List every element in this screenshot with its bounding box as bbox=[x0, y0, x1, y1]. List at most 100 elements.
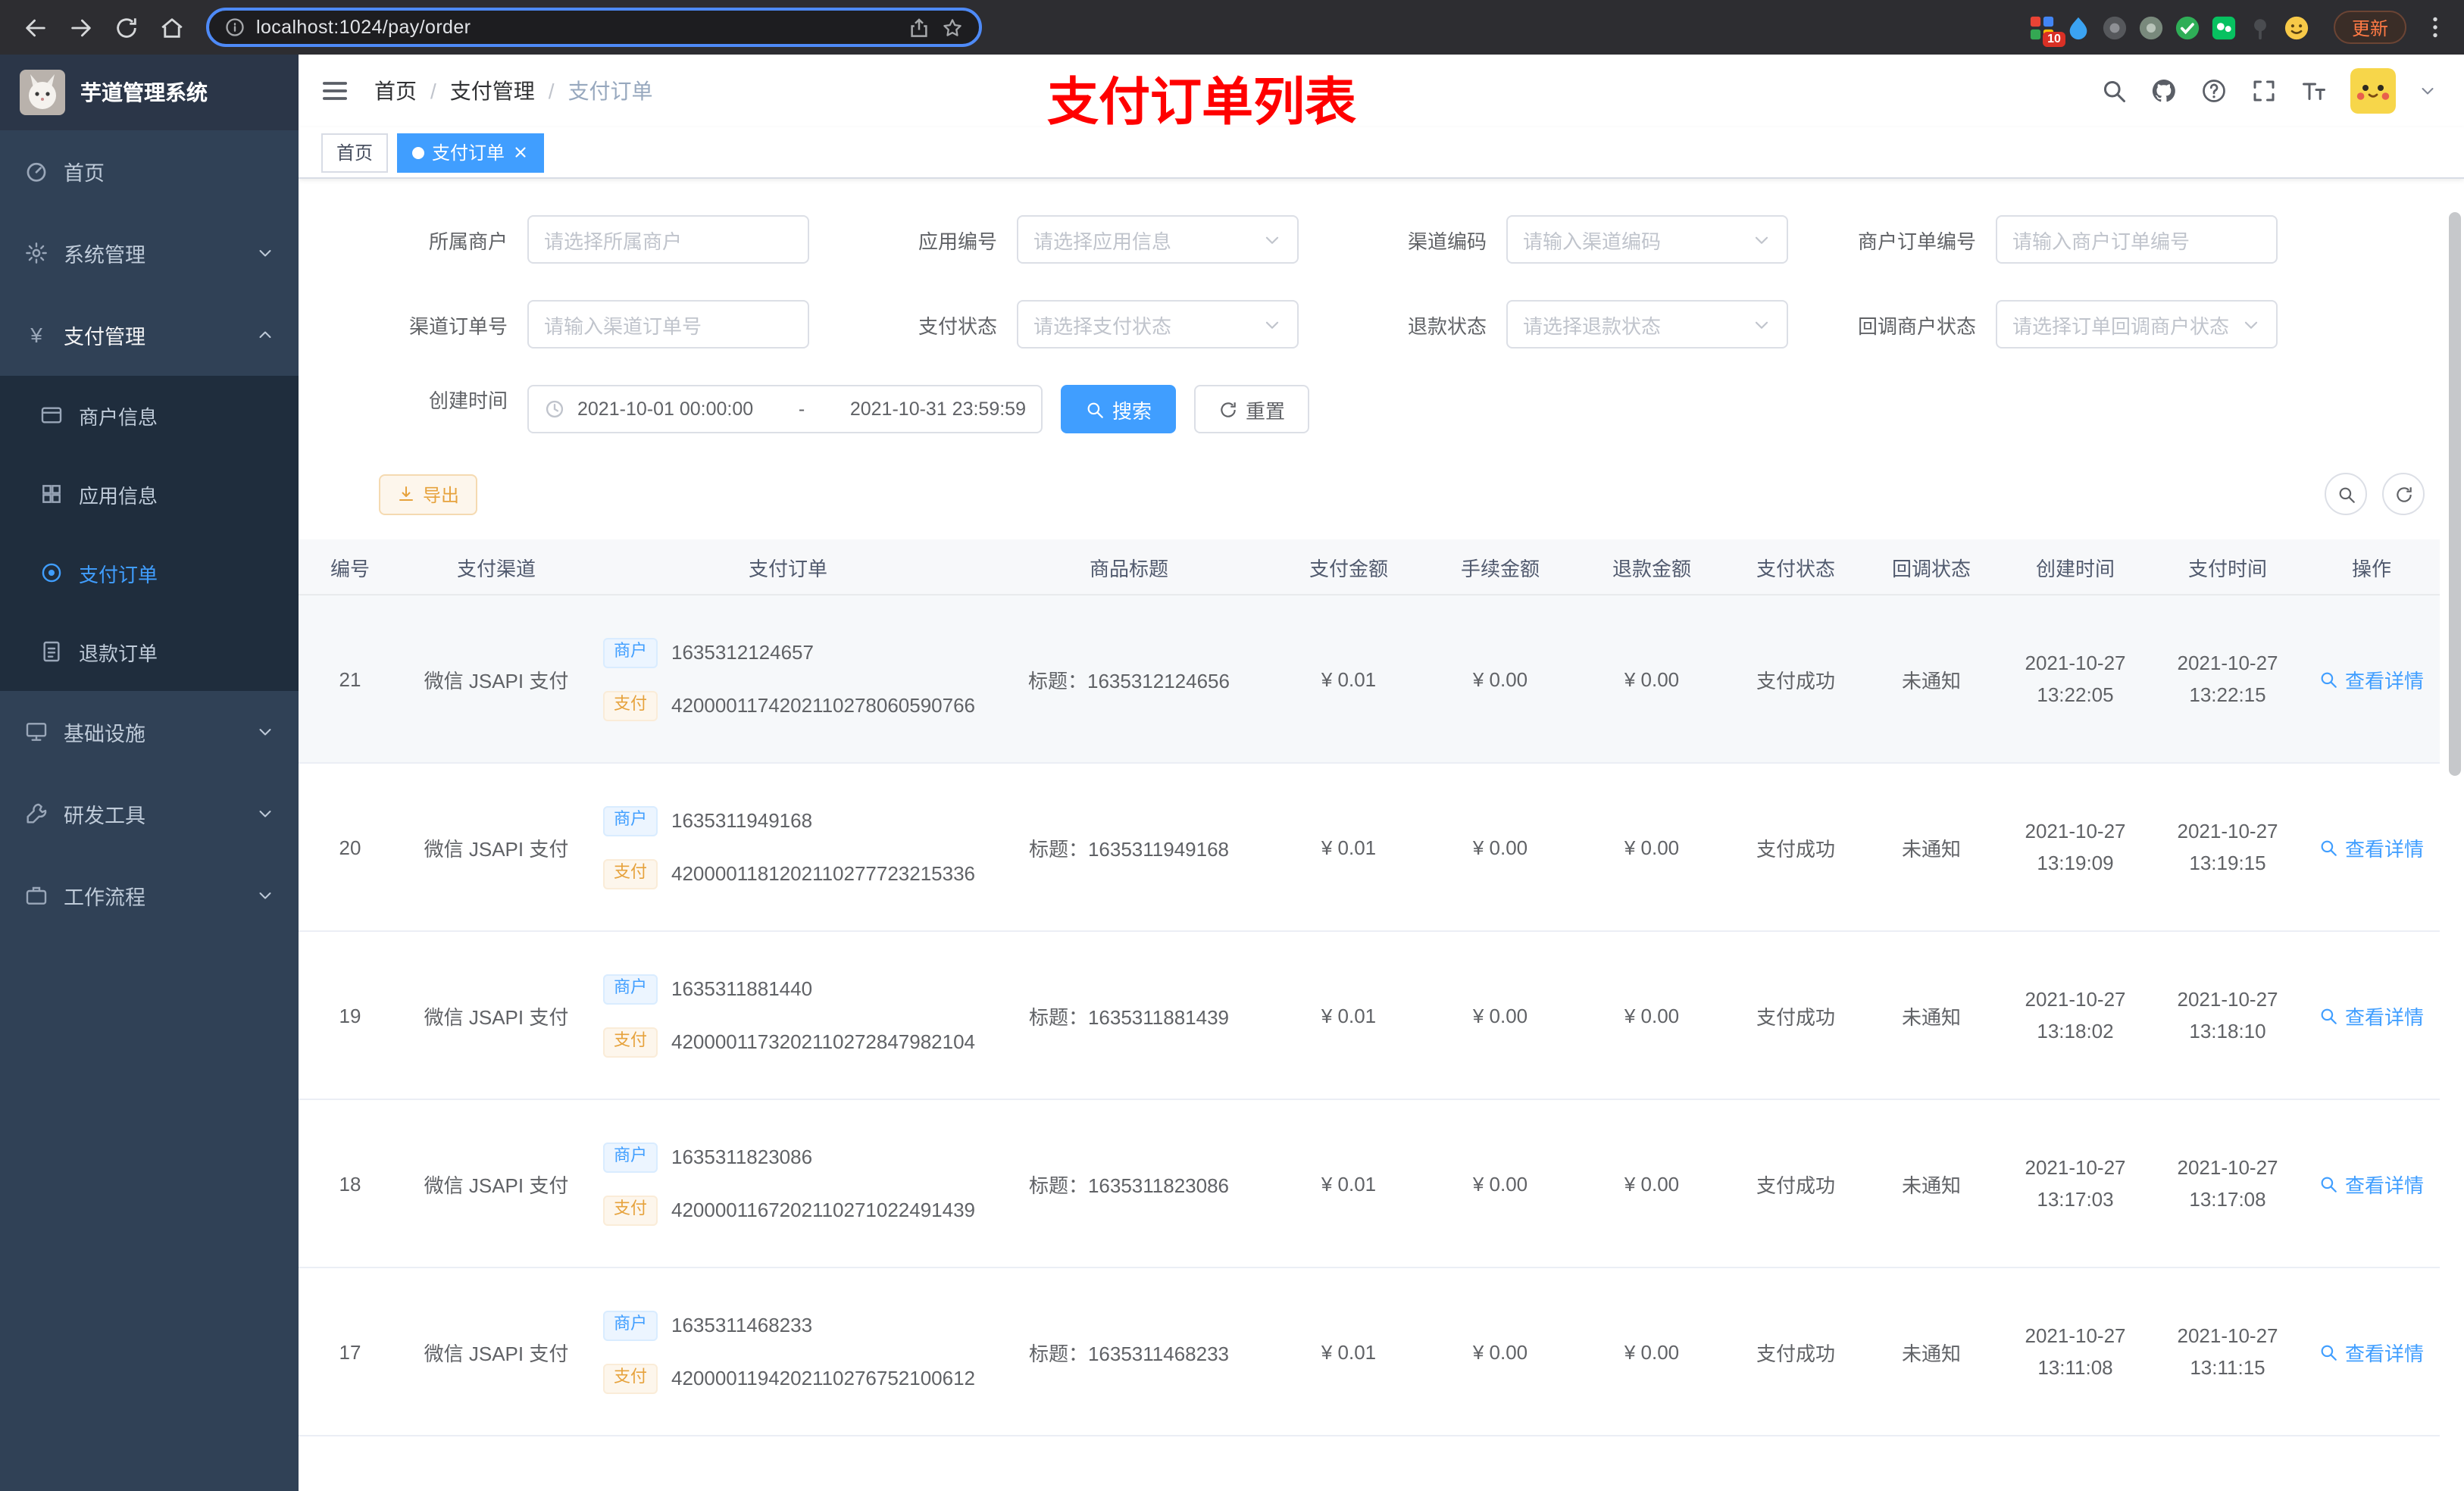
browser-home-button[interactable] bbox=[152, 8, 191, 47]
close-icon[interactable] bbox=[512, 144, 529, 161]
top-navbar: 首页 / 支付管理 / 支付订单 支付订单列表 bbox=[299, 55, 2464, 132]
col-header: 支付金额 bbox=[1273, 539, 1424, 595]
channel-order-no-input[interactable]: 请输入渠道订单号 bbox=[527, 300, 809, 349]
extension-grid-icon[interactable]: 10 bbox=[2028, 12, 2065, 47]
channel-order-no: 4200001173202110272847982104 bbox=[671, 1030, 976, 1053]
create-time-range-picker[interactable]: 2021-10-01 00:00:00 - 2021-10-31 23:59:5… bbox=[527, 385, 1043, 433]
channel-code-select[interactable]: 请输入渠道编码 bbox=[1506, 215, 1788, 264]
tab-pay-order[interactable]: 支付订单 bbox=[397, 133, 545, 172]
hamburger-icon[interactable] bbox=[320, 76, 350, 106]
sidebar-item-label: 系统管理 bbox=[64, 244, 145, 267]
browser-forward-button[interactable] bbox=[61, 8, 100, 47]
tool-icon bbox=[24, 802, 48, 826]
sidebar-item-label: 工作流程 bbox=[64, 886, 145, 909]
order-id: 20 bbox=[339, 836, 361, 858]
sidebar-item-workflow[interactable]: 工作流程 bbox=[0, 855, 299, 936]
sidebar-item-infra[interactable]: 基础设施 bbox=[0, 691, 299, 773]
chevron-down-icon bbox=[1752, 314, 1771, 334]
filter-label: 所属商户 bbox=[428, 230, 508, 252]
extension-chat-icon[interactable] bbox=[2209, 12, 2240, 42]
tags-view-bar: 首页 支付订单 bbox=[299, 127, 2464, 179]
merchant-select[interactable]: 请选择所属商户 bbox=[527, 215, 809, 264]
notify-status: 未通知 bbox=[1901, 669, 1961, 692]
sidebar-item-refund-order[interactable]: 退款订单 bbox=[0, 612, 299, 691]
view-detail-label: 查看详情 bbox=[2344, 1005, 2424, 1028]
view-detail-link[interactable]: 查看详情 bbox=[2319, 1001, 2424, 1030]
extension-drop-icon[interactable] bbox=[2064, 12, 2094, 42]
avatar-caret-icon[interactable] bbox=[2419, 82, 2437, 100]
view-detail-link[interactable]: 查看详情 bbox=[2319, 1337, 2424, 1366]
logo-avatar bbox=[20, 70, 65, 115]
pay-amount: ¥ 0.01 bbox=[1321, 667, 1377, 690]
sidebar-item-dev-tools[interactable]: 研发工具 bbox=[0, 773, 299, 855]
extension-circle-dark-icon[interactable] bbox=[2100, 12, 2131, 42]
share-icon[interactable] bbox=[908, 16, 930, 39]
fee-amount: ¥ 0.00 bbox=[1472, 836, 1528, 858]
view-detail-link[interactable]: 查看详情 bbox=[2319, 833, 2424, 861]
extension-face-icon[interactable] bbox=[2282, 12, 2312, 42]
toggle-search-button[interactable] bbox=[2325, 473, 2367, 515]
help-icon[interactable] bbox=[2200, 77, 2228, 105]
browser-menu-icon[interactable] bbox=[2422, 14, 2449, 41]
pay-channel: 微信 JSAPI 支付 bbox=[424, 1342, 569, 1364]
merchant-order-line: 商户 1635311949168 bbox=[603, 805, 812, 836]
merchant-order-line: 商户 1635312124657 bbox=[603, 637, 814, 667]
export-button[interactable]: 导出 bbox=[379, 474, 478, 514]
merchant-order-line: 商户 1635311881440 bbox=[603, 974, 812, 1004]
merchant-order-no: 1635311949168 bbox=[671, 809, 813, 832]
address-bar[interactable]: localhost:1024/pay/order bbox=[206, 8, 982, 47]
navbar-actions bbox=[2100, 68, 2437, 114]
bookmark-star-icon[interactable] bbox=[941, 16, 964, 39]
col-header: 支付渠道 bbox=[402, 539, 591, 595]
sidebar-item-app-info[interactable]: 应用信息 bbox=[0, 455, 299, 533]
placeholder-text: 请输入渠道编码 bbox=[1523, 230, 1662, 252]
notify-status-select[interactable]: 请选择订单回调商户状态 bbox=[1996, 300, 2278, 349]
merchant-order-no: 1635311823086 bbox=[671, 1146, 813, 1168]
yen-icon: ¥ bbox=[30, 323, 42, 347]
scrollbar-thumb[interactable] bbox=[2449, 212, 2461, 776]
reset-button-label: 重置 bbox=[1246, 399, 1286, 422]
card-icon bbox=[39, 403, 64, 427]
table-row: 商户 163531185786 支付 查看详情 bbox=[299, 1436, 2440, 1491]
fee-amount: ¥ 0.00 bbox=[1472, 1004, 1528, 1027]
breadcrumb-home[interactable]: 首页 bbox=[374, 76, 417, 106]
extension-check-icon[interactable] bbox=[2173, 12, 2203, 42]
view-detail-link[interactable]: 查看详情 bbox=[2319, 1169, 2424, 1198]
extension-circle-gray-icon[interactable] bbox=[2137, 12, 2167, 42]
github-icon[interactable] bbox=[2150, 77, 2178, 105]
search-icon[interactable] bbox=[2100, 77, 2128, 105]
sidebar-item-payment[interactable]: ¥ 支付管理 bbox=[0, 294, 299, 376]
font-size-icon[interactable] bbox=[2300, 77, 2328, 105]
sidebar-item-merchant-info[interactable]: 商户信息 bbox=[0, 376, 299, 455]
reset-button[interactable]: 重置 bbox=[1194, 385, 1310, 433]
user-avatar[interactable] bbox=[2350, 68, 2396, 114]
sidebar-item-system[interactable]: 系统管理 bbox=[0, 212, 299, 294]
browser-update-button[interactable]: 更新 bbox=[2333, 11, 2406, 44]
sidebar-item-home[interactable]: 首页 bbox=[0, 130, 299, 212]
extension-pin-icon[interactable] bbox=[2246, 12, 2276, 42]
refresh-table-button[interactable] bbox=[2382, 473, 2425, 515]
page-annotation: 支付订单列表 bbox=[1047, 74, 1356, 132]
browser-back-button[interactable] bbox=[15, 8, 55, 47]
order-id: 18 bbox=[339, 1172, 361, 1195]
tab-home[interactable]: 首页 bbox=[321, 133, 389, 172]
filter-row-3: 创建时间 2021-10-01 00:00:00 - 2021-10-31 23… bbox=[320, 385, 2434, 433]
active-tab-dot bbox=[412, 146, 425, 158]
pay-tag: 支付 bbox=[603, 690, 658, 720]
fullscreen-icon[interactable] bbox=[2250, 77, 2278, 105]
refund-status-select[interactable]: 请选择退款状态 bbox=[1506, 300, 1788, 349]
view-detail-link[interactable]: 查看详情 bbox=[2319, 664, 2424, 693]
merchant-order-line: 商户 1635311823086 bbox=[603, 1142, 812, 1172]
pay-status-select[interactable]: 请选择支付状态 bbox=[1017, 300, 1299, 349]
app-select[interactable]: 请选择应用信息 bbox=[1017, 215, 1299, 264]
browser-reload-button[interactable] bbox=[106, 8, 145, 47]
col-header: 支付订单 bbox=[591, 539, 985, 595]
sidebar-item-pay-order[interactable]: 支付订单 bbox=[0, 533, 299, 612]
grid-icon bbox=[39, 482, 64, 506]
site-info-icon[interactable] bbox=[224, 17, 245, 38]
breadcrumb-section[interactable]: 支付管理 bbox=[450, 76, 535, 106]
merchant-order-no-input[interactable]: 请输入商户订单编号 bbox=[1996, 215, 2278, 264]
goods-title: 标题：1635312124656 bbox=[1028, 669, 1230, 692]
pay-tag: 支付 bbox=[603, 1195, 658, 1225]
search-button[interactable]: 搜索 bbox=[1061, 385, 1177, 433]
